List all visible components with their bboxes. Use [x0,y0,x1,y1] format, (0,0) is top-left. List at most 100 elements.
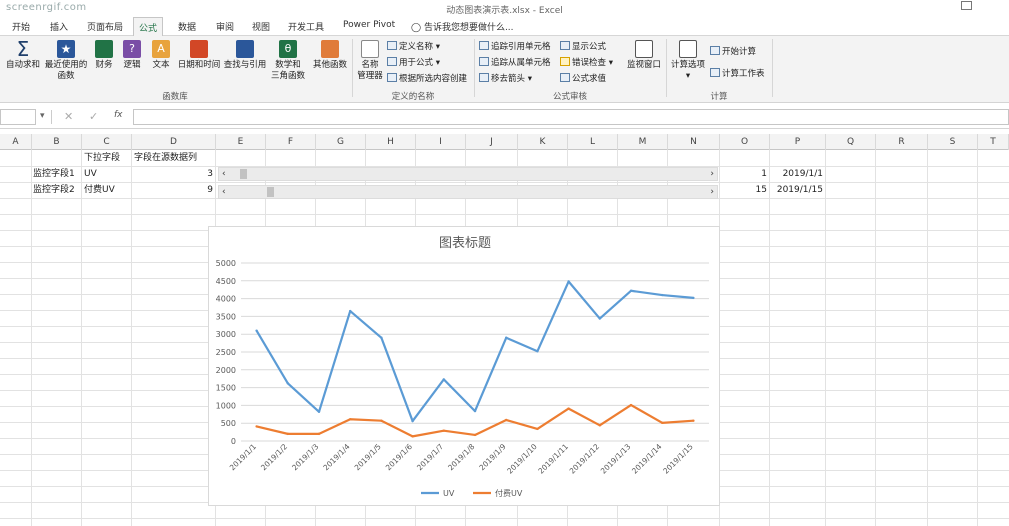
cell-d3[interactable]: 9 [132,183,213,198]
legend-label[interactable]: UV [443,489,455,498]
column-header[interactable]: M [618,134,668,150]
show-formulas-button[interactable]: 显示公式 [560,41,606,53]
column-header[interactable]: J [466,134,518,150]
data-point[interactable] [349,309,352,313]
cancel-icon[interactable]: ✕ [64,110,73,123]
cell-d1[interactable]: 字段在源数据列 [134,151,197,166]
date-time-button[interactable]: 日期和时间 [176,40,222,71]
column-header[interactable]: K [518,134,568,150]
data-point[interactable] [380,336,383,339]
column-header[interactable]: P [770,134,826,150]
data-point[interactable] [629,289,633,292]
data-point[interactable] [255,425,258,428]
scroll-left-arrow-icon[interactable]: ‹ [222,186,226,198]
data-point[interactable] [442,378,445,381]
name-box[interactable] [0,109,36,125]
series-line[interactable] [255,280,694,423]
column-header[interactable]: E [216,134,266,150]
scrollbar-thumb[interactable] [267,187,275,197]
data-point[interactable] [598,317,601,320]
error-checking-button[interactable]: 错误检查 ▾ [560,57,613,69]
tell-me-search[interactable]: ◯ 告诉我您想要做什么... [411,20,514,33]
legend-label[interactable]: 付费UV [495,488,523,498]
create-from-selection-button[interactable]: 根据所选内容创建 [387,73,467,85]
cell-b2[interactable]: 监控字段1 [33,167,75,182]
column-header[interactable]: N [668,134,720,150]
lookup-reference-button[interactable]: 查找与引用 [222,40,268,71]
watch-window-button[interactable]: 监视窗口 [624,40,664,71]
scroll-left-arrow-icon[interactable]: ‹ [222,168,226,180]
cell-c2[interactable]: UV [84,167,97,182]
data-point[interactable] [536,427,539,431]
tab-page-layout[interactable]: 页面布局 [87,20,123,33]
chevron-down-icon[interactable]: ▾ [40,111,45,121]
column-header[interactable]: T [978,134,1009,150]
enter-icon[interactable]: ✓ [89,110,98,123]
tab-review[interactable]: 审阅 [216,20,234,33]
autosum-button[interactable]: Σ 自动求和 [6,39,40,71]
chart-title[interactable]: 图表标题 [439,236,491,251]
math-trig-button[interactable]: θ 数学和 三角函数 [268,40,308,82]
data-point[interactable] [473,433,477,437]
tab-data[interactable]: 数据 [178,20,196,33]
column-header[interactable]: R [876,134,928,150]
evaluate-formula-button[interactable]: 公式求值 [560,73,606,85]
column-header[interactable]: C [82,134,132,150]
formula-input[interactable] [133,109,1009,125]
data-point[interactable] [692,296,695,300]
column-header[interactable]: H [366,134,416,150]
trace-dependents-button[interactable]: 追踪从属单元格 [479,57,551,69]
column-header[interactable]: L [568,134,618,150]
define-name-button[interactable]: 定义名称 ▾ [387,41,440,53]
data-point[interactable] [317,432,321,436]
calculation-options-button[interactable]: 计算选项 ▾ [668,40,708,82]
data-point[interactable] [380,419,383,422]
scrollbar-control-1[interactable]: ‹ › [218,167,718,181]
cell-o3[interactable]: 15 [720,183,767,198]
tab-power-pivot[interactable]: Power Pivot [343,20,395,30]
cell-d2[interactable]: 3 [132,167,213,182]
column-header[interactable]: D [132,134,216,150]
data-point[interactable] [567,280,570,283]
scroll-right-arrow-icon[interactable]: › [710,168,714,180]
data-point[interactable] [255,329,258,332]
column-header[interactable]: A [0,134,32,150]
data-point[interactable] [411,419,414,423]
cell-c1[interactable]: 下拉字段 [84,151,120,166]
data-point[interactable] [442,429,445,432]
data-point[interactable] [317,410,321,414]
use-in-formula-button[interactable]: 用于公式 ▾ [387,57,440,69]
tab-view[interactable]: 视图 [252,20,270,33]
tab-developer[interactable]: 开发工具 [288,20,324,33]
cell-c3[interactable]: 付费UV [84,183,115,198]
column-header[interactable]: S [928,134,978,150]
data-point[interactable] [349,418,352,421]
column-header[interactable]: O [720,134,770,150]
column-header[interactable]: Q [826,134,876,150]
text-button[interactable]: A 文本 [148,40,174,71]
cell-o2[interactable]: 1 [720,167,767,182]
column-header[interactable]: F [266,134,316,150]
data-point[interactable] [411,435,414,438]
data-point[interactable] [661,293,664,297]
data-point[interactable] [505,336,508,339]
cell-p2[interactable]: 2019/1/1 [770,167,823,182]
trace-precedents-button[interactable]: 追踪引用单元格 [479,41,551,53]
tab-insert[interactable]: 插入 [50,20,68,33]
data-point[interactable] [505,418,508,422]
data-point[interactable] [473,409,477,413]
data-point[interactable] [286,432,289,436]
scrollbar-control-2[interactable]: ‹ › [218,185,718,199]
line-chart[interactable]: 图表标题 0 500 1000 1500 2000 2500 3000 3500 4000 450… [208,226,720,506]
more-functions-button[interactable]: 其他函数 [310,40,350,71]
column-header[interactable]: G [316,134,366,150]
insert-function-icon[interactable]: fx [114,110,123,120]
data-point[interactable] [629,403,633,407]
data-point[interactable] [661,421,664,425]
calculate-now-button[interactable]: 开始计算 [710,46,756,58]
data-point[interactable] [536,350,539,353]
scrollbar-thumb[interactable] [239,169,247,179]
financial-button[interactable]: 财务 [92,40,116,71]
cell-b3[interactable]: 监控字段2 [33,183,75,198]
data-point[interactable] [286,382,289,385]
